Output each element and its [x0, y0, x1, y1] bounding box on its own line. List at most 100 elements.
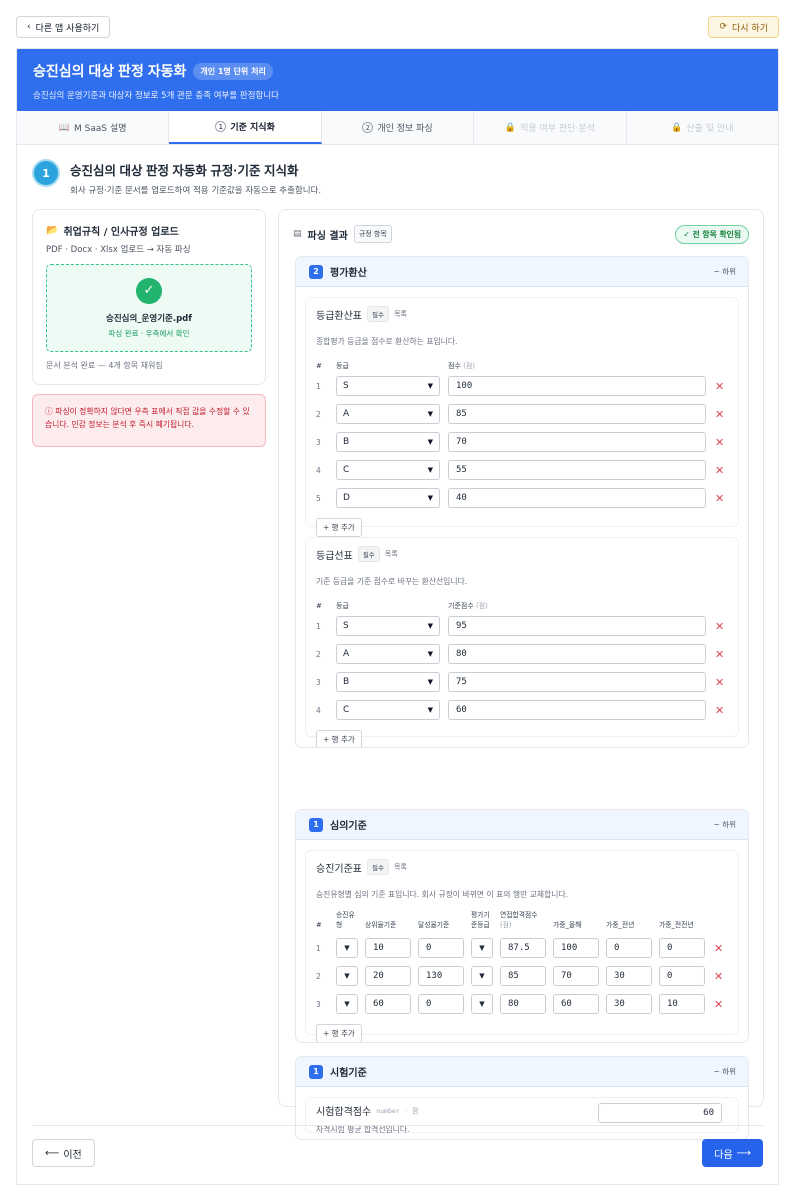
grade-select[interactable]: A ▼	[336, 404, 440, 424]
col-grade: 등급	[336, 602, 349, 610]
file-dropzone[interactable]: ✓ 승진심의_운영기준.pdf 파싱 완료 · 우측에서 확인	[46, 264, 252, 352]
promotion-type-select[interactable]: ▼	[336, 994, 358, 1015]
exam-pass-score-input[interactable]: 60	[598, 1103, 722, 1123]
weight-prev2-year-input[interactable]: 10	[659, 994, 705, 1015]
weight-prev2-year-input[interactable]: 0	[659, 938, 705, 959]
rise-rate-input[interactable]: 20	[365, 966, 411, 987]
book-icon: 📖	[58, 122, 71, 133]
rise-rate-input[interactable]: 60	[365, 994, 411, 1015]
lock-icon: 🔒	[671, 122, 683, 133]
field-unit: 점	[411, 1106, 419, 1115]
tab-label: 적용 여부 판단·분석	[520, 124, 595, 134]
delete-row-icon[interactable]: ✕	[715, 408, 724, 421]
delete-row-icon[interactable]: ✕	[715, 676, 724, 689]
section-title: 시험기준	[330, 1068, 367, 1079]
delete-row-icon[interactable]: ✕	[715, 380, 724, 393]
grade-select[interactable]: S ▼	[336, 616, 440, 636]
delete-row-icon[interactable]: ✕	[715, 704, 724, 717]
grade-select[interactable]: B ▼	[336, 432, 440, 452]
achieve-rate-input[interactable]: 130	[418, 966, 464, 987]
score-input[interactable]: 75	[448, 672, 706, 692]
step-tabs: 📖 M SaaS 설명 1 기준 지식화 2 개인 정보 파싱 🔒 적용 여부 …	[17, 111, 778, 145]
score-input[interactable]: 85	[448, 404, 706, 424]
promotion-type-select[interactable]: ▼	[336, 938, 358, 959]
chevron-down-icon: ▼	[344, 972, 350, 981]
col-rise-rate: 상위율기준	[365, 921, 397, 930]
next-button[interactable]: 다음 ⟶	[702, 1139, 763, 1167]
delete-row-icon[interactable]: ✕	[714, 970, 723, 983]
eval-grade-select[interactable]: ▼	[471, 994, 493, 1015]
chevron-down-icon: ▼	[344, 1000, 350, 1009]
add-row-button[interactable]: + 행 추가	[316, 1024, 362, 1042]
grade-select[interactable]: S ▼	[336, 376, 440, 396]
collapse-toggle[interactable]: − 하위	[714, 266, 736, 277]
field-separator: ·	[404, 1106, 407, 1115]
promotion-type-select[interactable]: ▼	[336, 966, 358, 987]
grade-select[interactable]: A ▼	[336, 644, 440, 664]
delete-row-icon[interactable]: ✕	[715, 464, 724, 477]
grade-value: A	[343, 409, 350, 419]
weight-prev-year-input[interactable]: 30	[606, 994, 652, 1015]
tab-saas-intro[interactable]: 📖 M SaaS 설명	[17, 111, 170, 144]
eval-grade-select[interactable]: ▼	[471, 966, 493, 987]
col-index: #	[316, 921, 322, 930]
delete-row-icon[interactable]: ✕	[715, 492, 724, 505]
weight-this-year-input[interactable]: 100	[553, 938, 599, 959]
row-index: 2	[316, 409, 321, 419]
row-index: 4	[316, 465, 321, 475]
section-count: 2	[309, 264, 323, 279]
tab-personal-parse[interactable]: 2 개인 정보 파싱	[322, 111, 475, 144]
add-row-button[interactable]: + 행 추가	[316, 730, 362, 747]
chevron-down-icon: ▼	[427, 438, 433, 446]
eval-grade-select[interactable]: ▼	[471, 938, 493, 959]
row-index: 2	[316, 649, 321, 659]
back-to-apps-label: 다른 앱 사용하기	[35, 23, 100, 34]
achieve-rate-input[interactable]: 0	[418, 938, 464, 959]
grade-select[interactable]: C ▼	[336, 460, 440, 480]
achieve-rate-input[interactable]: 0	[418, 994, 464, 1015]
score-input[interactable]: 55	[448, 460, 706, 480]
section-grade-conversion: 2 평가환산 − 하위 등급환산표 필수 목록 종합평가 등급을 점수로 환산하…	[295, 256, 749, 748]
delete-row-icon[interactable]: ✕	[715, 648, 724, 661]
section-title: 심의기준	[330, 821, 367, 832]
interview-score-input[interactable]: 80	[500, 994, 546, 1015]
add-row-button[interactable]: + 행 추가	[316, 518, 362, 537]
interview-score-input[interactable]: 87.5	[500, 938, 546, 959]
analysis-summary: 문서 분석 완료 — 4개 항목 채워짐	[46, 361, 163, 370]
delete-row-icon[interactable]: ✕	[715, 620, 724, 633]
score-input[interactable]: 80	[448, 644, 706, 664]
grade-select[interactable]: D ▼	[336, 488, 440, 508]
retry-button[interactable]: ⟳ 다시 하기	[708, 16, 779, 38]
weight-this-year-input[interactable]: 70	[553, 966, 599, 987]
back-to-apps-button[interactable]: ‹ 다른 앱 사용하기	[16, 16, 111, 38]
grade-value: B	[343, 677, 350, 687]
rise-rate-input[interactable]: 10	[365, 938, 411, 959]
row-index: 4	[316, 705, 321, 715]
interview-score-input[interactable]: 85	[500, 966, 546, 987]
collapse-toggle[interactable]: − 하위	[714, 819, 736, 830]
weight-this-year-input[interactable]: 60	[553, 994, 599, 1015]
score-input[interactable]: 95	[448, 616, 706, 636]
step-header: 1 승진심의 대상 판정 자동화 규정·기준 지식화 회사 규정·기준 문서를 …	[32, 159, 321, 196]
weight-prev-year-input[interactable]: 30	[606, 966, 652, 987]
score-input[interactable]: 60	[448, 700, 706, 720]
chevron-down-icon: ▼	[427, 678, 433, 686]
tab-label: 기준 지식화	[230, 123, 275, 133]
delete-row-icon[interactable]: ✕	[714, 942, 723, 955]
collapse-toggle[interactable]: − 하위	[714, 1066, 736, 1077]
score-input[interactable]: 40	[448, 488, 706, 508]
section-count: 1	[309, 817, 323, 832]
grade-select[interactable]: C ▼	[336, 700, 440, 720]
prev-button[interactable]: ⟵ 이전	[32, 1139, 95, 1167]
field-type: number	[376, 1106, 400, 1115]
delete-row-icon[interactable]: ✕	[714, 998, 723, 1011]
weight-prev-year-input[interactable]: 0	[606, 938, 652, 959]
tab-knowledge[interactable]: 1 기준 지식화	[169, 111, 322, 144]
delete-row-icon[interactable]: ✕	[715, 436, 724, 449]
score-input[interactable]: 100	[448, 376, 706, 396]
score-input[interactable]: 70	[448, 432, 706, 452]
grade-select[interactable]: B ▼	[336, 672, 440, 692]
parse-result-card: ▤ 파싱 결과 규정 항목 ✓ 전 항목 확인됨 2 평가환산 − 하위 등급환…	[278, 209, 764, 1140]
weight-prev2-year-input[interactable]: 0	[659, 966, 705, 987]
mode-badge: 개인 1명 단위 처리	[193, 62, 273, 80]
